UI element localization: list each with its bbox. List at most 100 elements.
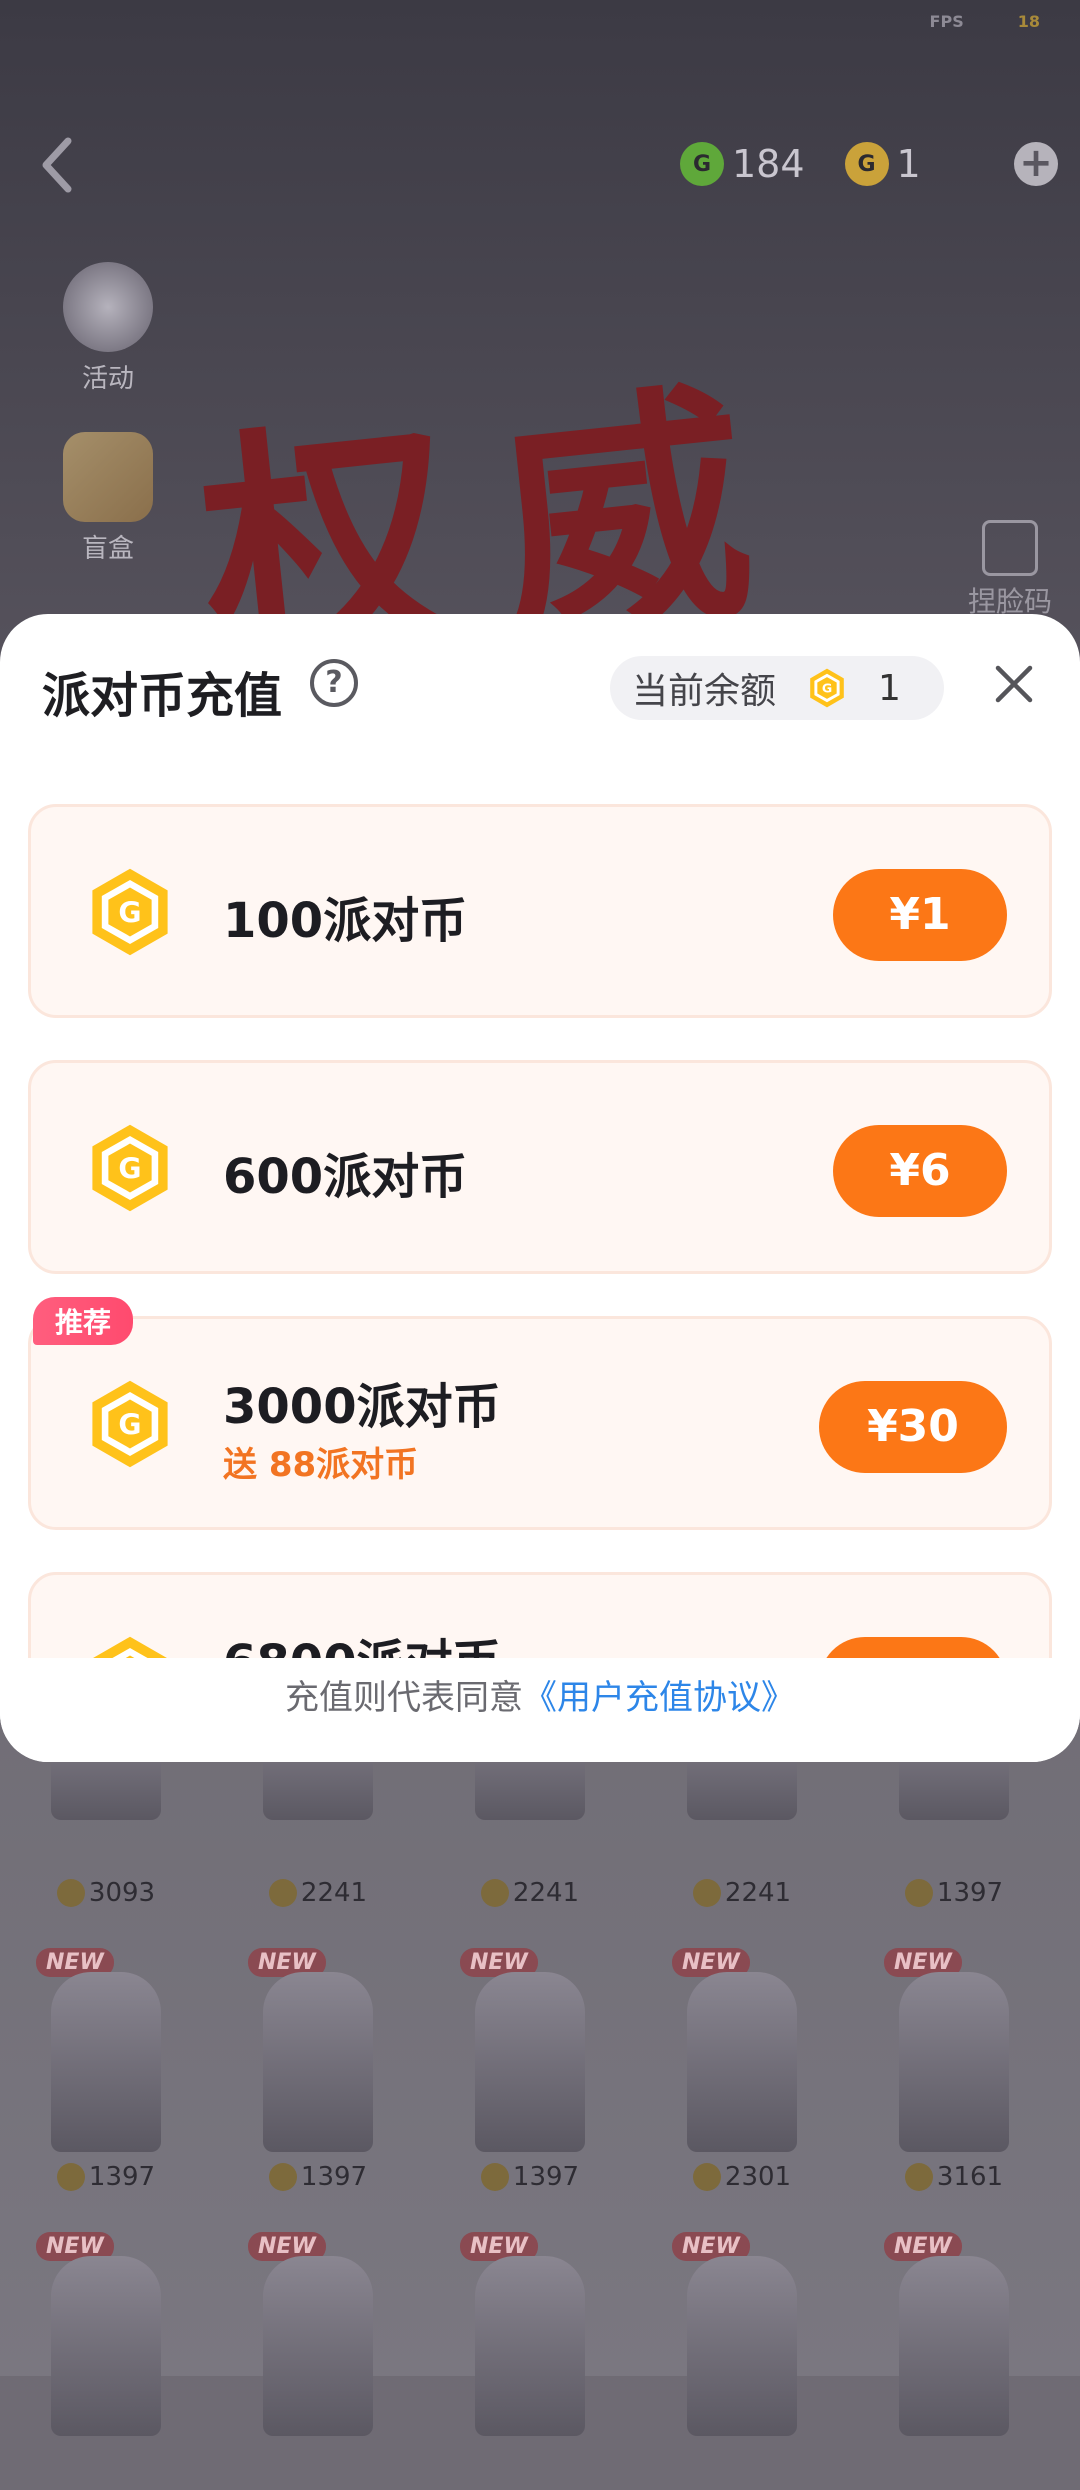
outfit-item[interactable]: NEW 1397 [424, 1922, 636, 2206]
pack-item[interactable]: 推荐 G 3000派对币 送 88派对币 ¥30 [28, 1297, 1052, 1530]
outfit-item[interactable]: NEW [848, 2206, 1060, 2490]
pack-amount: 100派对币 [223, 893, 468, 949]
pack-bonus: 送 88派对币 [223, 1445, 419, 1485]
outfit-item[interactable]: NEW 2301 [636, 1922, 848, 2206]
close-icon[interactable] [994, 664, 1034, 704]
gold-coin-amount: 1 [896, 142, 921, 186]
blindbox-button[interactable]: 盲盒 [58, 432, 158, 565]
grid-row: NEW NEW NEW NEW NEW [0, 2206, 1080, 2490]
activity-button[interactable]: 活动 [58, 262, 158, 395]
current-balance: 当前余额 G 1 [610, 656, 944, 720]
price-value: 1397 [300, 2162, 368, 2192]
pack-item[interactable]: G 100派对币 ¥1 [28, 804, 1052, 1018]
outfit-item[interactable]: 1397 [848, 1700, 1060, 1922]
edit-icon [981, 520, 1038, 576]
outfit-price: 1397 [848, 1878, 1060, 1908]
green-coin-icon: G [680, 142, 724, 186]
outfit-price: 1397 [424, 2162, 636, 2192]
coin-icon [692, 1879, 721, 1907]
outfit-item[interactable]: NEW 3161 [848, 1922, 1060, 2206]
pack-item[interactable]: G 6800派对币 ¥68 [28, 1572, 1052, 1658]
pack-amount: 600派对币 [223, 1149, 468, 1205]
buy-button[interactable]: ¥6 [833, 1125, 1007, 1217]
outfit-item[interactable]: 3093 [0, 1700, 212, 1922]
coin-icon [480, 1879, 509, 1907]
outfit-price: 1397 [212, 2162, 424, 2192]
gold-coin-balance: G 1 [844, 142, 921, 186]
coin-icon [480, 2163, 509, 2191]
pack-amount: 3000派对币 [223, 1379, 501, 1435]
party-coin-balance: G 184 [680, 142, 805, 186]
coin-icon [904, 1879, 933, 1907]
svg-text:G: G [118, 1152, 141, 1185]
back-arrow-icon[interactable] [38, 135, 78, 195]
price-value: 2241 [300, 1878, 368, 1908]
outfit-item[interactable]: 2241 [424, 1700, 636, 1922]
pack-list[interactable]: G 100派对币 ¥1 G 600派对币 ¥6 推荐 G 3000派对币 送 8… [0, 790, 1080, 1658]
dialog-title: 派对币充值 [42, 668, 283, 724]
coin-icon [268, 1879, 297, 1907]
outfit-item[interactable]: NEW [212, 2206, 424, 2490]
outfit-item[interactable]: NEW 1397 [0, 1922, 212, 2206]
currency-bar: G 184 G 1 [680, 138, 961, 190]
balance-value: 1 [878, 667, 901, 709]
price-value: 3093 [88, 1878, 156, 1908]
buy-button[interactable]: ¥30 [819, 1381, 1007, 1473]
outfit-price: 3093 [0, 1878, 212, 1908]
outfit-item[interactable]: NEW 1397 [212, 1922, 424, 2206]
grid-row: 3093 2241 2241 2241 1397 [0, 1700, 1080, 1922]
svg-text:G: G [822, 681, 832, 696]
buy-button[interactable]: ¥1 [833, 869, 1007, 961]
coin-icon [692, 2163, 721, 2191]
activity-label: 活动 [81, 364, 134, 394]
outfit-figure [263, 1972, 373, 2152]
outfit-price: 2301 [636, 2162, 848, 2192]
grid-row: NEW 1397 NEW 1397 NEW 1397 NEW 2301 NEW 3161 [0, 1922, 1080, 2206]
price-value: 2241 [512, 1878, 580, 1908]
outfit-price: 3161 [848, 2162, 1060, 2192]
face-code-button[interactable]: 捏脸码 [968, 520, 1052, 620]
party-coin-icon: G [810, 668, 844, 708]
buy-button[interactable]: ¥68 [819, 1637, 1007, 1658]
outfit-item[interactable]: 2241 [636, 1700, 848, 1922]
coin-icon [268, 2163, 297, 2191]
agreement-notice: 充值则代表同意《用户充值协议》 [0, 1658, 1080, 1762]
svg-text:G: G [118, 1408, 141, 1441]
outfit-price: 1397 [0, 2162, 212, 2192]
price-value: 2301 [724, 2162, 792, 2192]
outfit-figure [899, 1972, 1009, 2152]
pack-item[interactable]: G 600派对币 ¥6 [28, 1060, 1052, 1274]
price-value: 1397 [88, 2162, 156, 2192]
fps-value: 18 [1017, 12, 1040, 31]
outfit-item[interactable]: NEW [0, 2206, 212, 2490]
price-value: 1397 [512, 2162, 580, 2192]
outfit-price: 2241 [212, 1878, 424, 1908]
recharge-agreement-link[interactable]: 《用户充值协议》 [523, 1678, 795, 1718]
outfit-figure [475, 1972, 585, 2152]
outfit-price: 2241 [636, 1878, 848, 1908]
outfit-figure [51, 2256, 161, 2436]
outfit-item[interactable]: NEW [424, 2206, 636, 2490]
add-currency-button[interactable]: + [1014, 142, 1058, 186]
price-value: 1397 [936, 1878, 1004, 1908]
recharge-dialog: 派对币充值 ? 当前余额 G 1 G 100派对币 ¥1 G 600派对币 ¥6… [0, 614, 1080, 1762]
outfit-item[interactable]: NEW [636, 2206, 848, 2490]
outfit-figure [263, 2256, 373, 2436]
party-coin-icon: G [92, 1380, 168, 1468]
pack-amount: 6800派对币 [223, 1623, 501, 1658]
outfit-price: 2241 [424, 1878, 636, 1908]
coin-icon [904, 2163, 933, 2191]
star-icon [63, 262, 153, 352]
outfit-figure [475, 2256, 585, 2436]
help-icon[interactable]: ? [310, 659, 358, 707]
party-coin-icon: G [92, 868, 168, 956]
party-coin-icon: G [92, 1124, 168, 1212]
agreement-prefix: 充值则代表同意 [285, 1678, 523, 1718]
green-coin-amount: 184 [732, 142, 805, 186]
price-value: 2241 [724, 1878, 792, 1908]
outfit-grid: 3093 2241 2241 2241 1397 NEW 1397 NEW 1397… [0, 1700, 1080, 2490]
outfit-item[interactable]: 2241 [212, 1700, 424, 1922]
coin-icon [56, 1879, 85, 1907]
outfit-figure [899, 2256, 1009, 2436]
gold-coin-icon: G [844, 142, 889, 186]
